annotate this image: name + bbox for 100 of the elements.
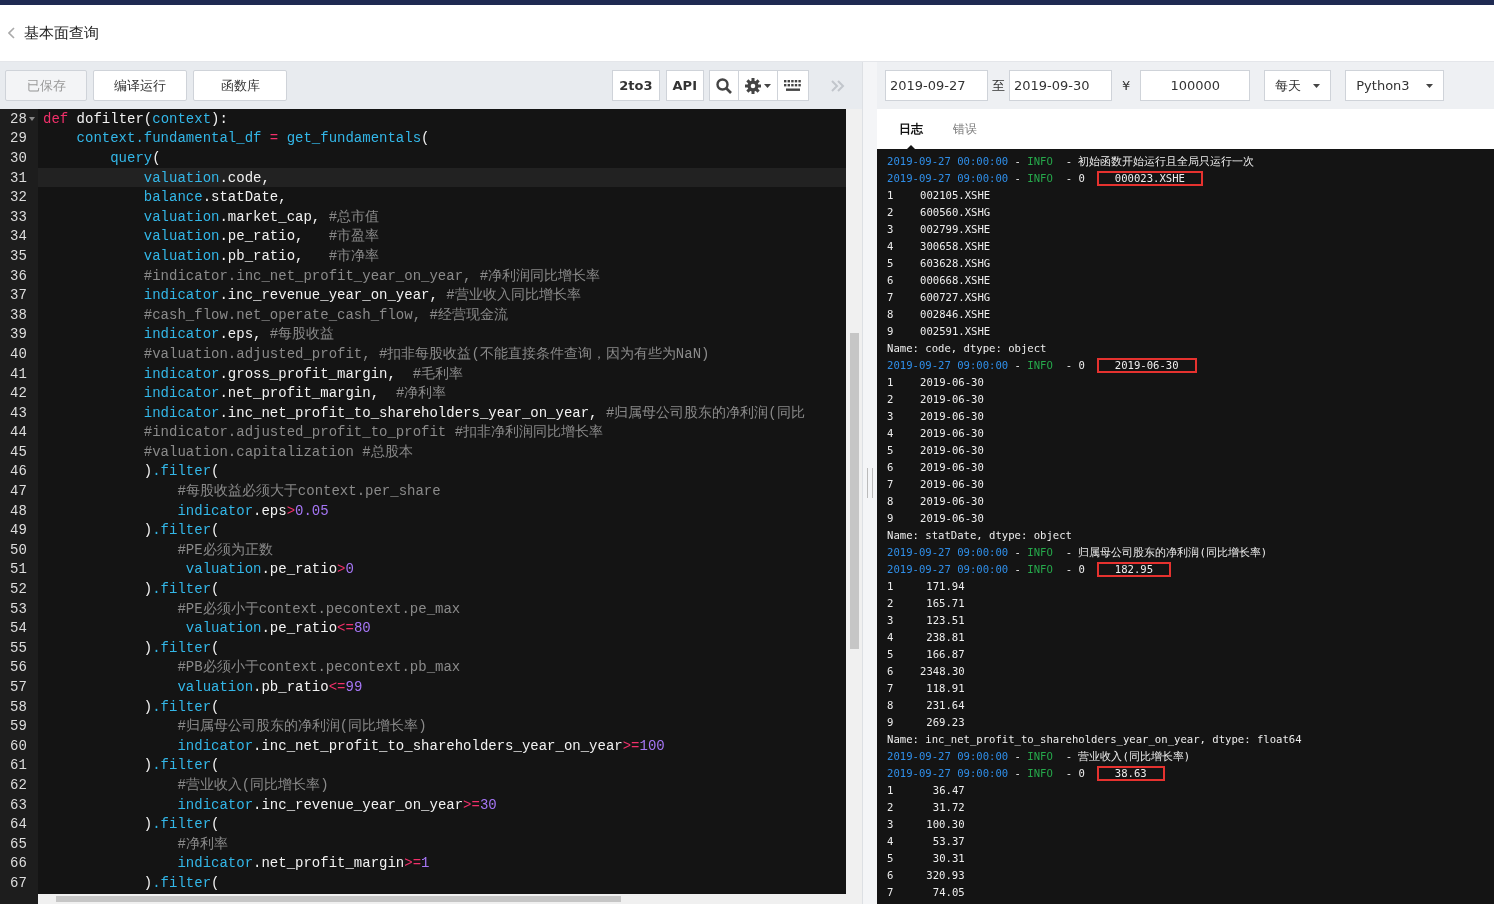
line-number: 61 (10, 757, 27, 774)
code-line: #indicator.adjusted_profit_to_profit #扣非净利润同比增长率 (142, 423, 604, 442)
line-number: 57 (10, 679, 27, 695)
code-line: ).filter( (142, 698, 220, 715)
line-number: 54 (10, 620, 27, 637)
series-info: Name: inc_net_profit_to_shareholders_year_on_year, dtype: float64 (887, 733, 1302, 745)
capital-field[interactable]: 100000 (1140, 70, 1251, 101)
row-value: 002799.XSHE (920, 222, 991, 237)
log-value: 182.95 (1096, 562, 1172, 577)
back-icon[interactable] (8, 27, 16, 39)
log-tab[interactable]: 错误 (953, 112, 977, 146)
log-level: INFO (1027, 172, 1053, 184)
code-line: indicator.gross_profit_margin, #毛利率 (142, 364, 464, 383)
double-chevron-icon[interactable] (831, 79, 845, 92)
row-index: 5 (887, 443, 895, 458)
log-dash: - (1014, 546, 1021, 558)
code-line: valuation.market_cap, #总市值 (142, 207, 380, 226)
fold-icon[interactable] (28, 116, 35, 121)
currency-symbol: ¥ (1122, 78, 1131, 93)
language-dropdown[interactable]: Python3 (1345, 70, 1444, 101)
code-line: valuation.pe_ratio<=80 (184, 620, 371, 637)
code-line: indicator.net_profit_margin, #净利率 (142, 384, 447, 403)
code-line: #PE必须小于context.pecontext.pe_max (176, 599, 461, 618)
line-number: 28 (10, 110, 27, 127)
toolbar-button[interactable]: 2to3 (612, 70, 660, 101)
scrollbar-thumb[interactable] (849, 333, 859, 649)
code-line: indicator.inc_revenue_year_on_year, #营业收入同比增长率 (142, 286, 581, 305)
log-message: - 0 (1065, 563, 1085, 575)
log-dash: - (1014, 767, 1021, 779)
line-number: 33 (10, 208, 27, 225)
code-line: query( (109, 150, 161, 166)
line-number: 45 (10, 443, 27, 460)
scrollbar-thumb[interactable] (56, 896, 621, 902)
row-index: 7 (887, 885, 895, 900)
toolbar-button[interactable]: API (665, 70, 704, 101)
end-date-field[interactable]: 2019-09-30 (1009, 70, 1112, 101)
row-index: 6 (887, 664, 895, 679)
code-line: ).filter( (142, 874, 220, 891)
row-value: 2019-06-30 (920, 511, 984, 526)
row-index: 1 (887, 579, 895, 594)
row-value: 36.47 (931, 783, 965, 798)
log-tab[interactable]: 日志 (899, 112, 923, 146)
line-number: 47 (10, 483, 27, 500)
line-number: 67 (10, 874, 27, 891)
row-value: 2019-06-30 (920, 375, 984, 390)
code-line: indicator.inc_net_profit_to_shareholders_year_on_year, #归属母公司股东的净利润(同比 (142, 403, 805, 422)
log-level: INFO (1027, 767, 1053, 779)
code-line: #valuation.capitalization #总股本 (142, 442, 413, 461)
splitter-handle[interactable] (867, 468, 873, 498)
search-button[interactable] (709, 70, 739, 101)
row-index: 8 (887, 698, 895, 713)
row-value: 2019-06-30 (920, 409, 984, 424)
code-line: valuation.pb_ratio<=99 (176, 679, 363, 695)
row-index: 6 (887, 868, 895, 883)
row-index: 2 (887, 205, 895, 220)
row-index: 7 (887, 681, 895, 696)
row-index: 7 (887, 290, 895, 305)
log-timestamp: 2019-09-27 09:00:00 (887, 767, 1009, 779)
row-index: 9 (887, 511, 895, 526)
row-index: 4 (887, 834, 895, 849)
row-index: 7 (887, 477, 895, 492)
log-value: 2019-06-30 (1096, 358, 1197, 373)
code-line: context.fundamental_df = get_fundamentals( (75, 130, 430, 147)
code-line: #净利率 (176, 834, 228, 853)
frequency-dropdown[interactable]: 每天 (1264, 70, 1332, 101)
row-value: 2019-06-30 (920, 477, 984, 492)
row-value: 300658.XSHE (920, 239, 991, 254)
row-value: 269.23 (925, 715, 965, 730)
line-number: 31 (10, 169, 27, 186)
start-date-field[interactable]: 2019-09-27 (885, 70, 988, 101)
code-line: #valuation.adjusted_profit, #扣非每股收益(不能直接条件查询，因为有些为NaN) (142, 344, 710, 363)
code-line: ).filter( (142, 581, 220, 598)
row-value: 31.72 (931, 800, 965, 815)
page-title: 基本面查询 (24, 23, 99, 43)
row-value: 2019-06-30 (920, 443, 984, 458)
row-value: 165.71 (925, 596, 965, 611)
settings-button[interactable] (738, 70, 778, 101)
code-line: #归属母公司股东的净利润(同比增长率) (176, 717, 427, 736)
row-value: 100.30 (925, 817, 965, 832)
keyboard-button[interactable] (777, 70, 809, 101)
row-value: 2019-06-30 (920, 460, 984, 475)
code-line: valuation.pb_ratio, #市净率 (142, 246, 380, 265)
row-value: 2348.30 (920, 664, 965, 679)
line-number: 55 (10, 639, 27, 656)
search-icon (716, 77, 732, 94)
toolbar-button[interactable]: 编译运行 (93, 70, 187, 101)
line-number: 30 (10, 150, 27, 166)
code-line: indicator.inc_net_profit_to_shareholders_year_on_year>=100 (176, 737, 665, 754)
log-value: 38.63 (1096, 766, 1165, 781)
log-message: - 0 (1065, 359, 1085, 371)
code-line: ).filter( (142, 463, 220, 480)
code-line: ).filter( (142, 757, 220, 774)
line-number: 52 (10, 581, 27, 598)
log-timestamp: 2019-09-27 00:00:00 (887, 155, 1009, 167)
line-number: 43 (10, 404, 27, 421)
line-number: 65 (10, 835, 27, 852)
log-message: - 0 (1065, 172, 1085, 184)
code-line: #indicator.inc_net_profit_year_on_year, #净利润同比增长率 (142, 266, 601, 285)
code-line: valuation.code, (142, 169, 270, 186)
toolbar-button[interactable]: 函数库 (193, 70, 287, 101)
